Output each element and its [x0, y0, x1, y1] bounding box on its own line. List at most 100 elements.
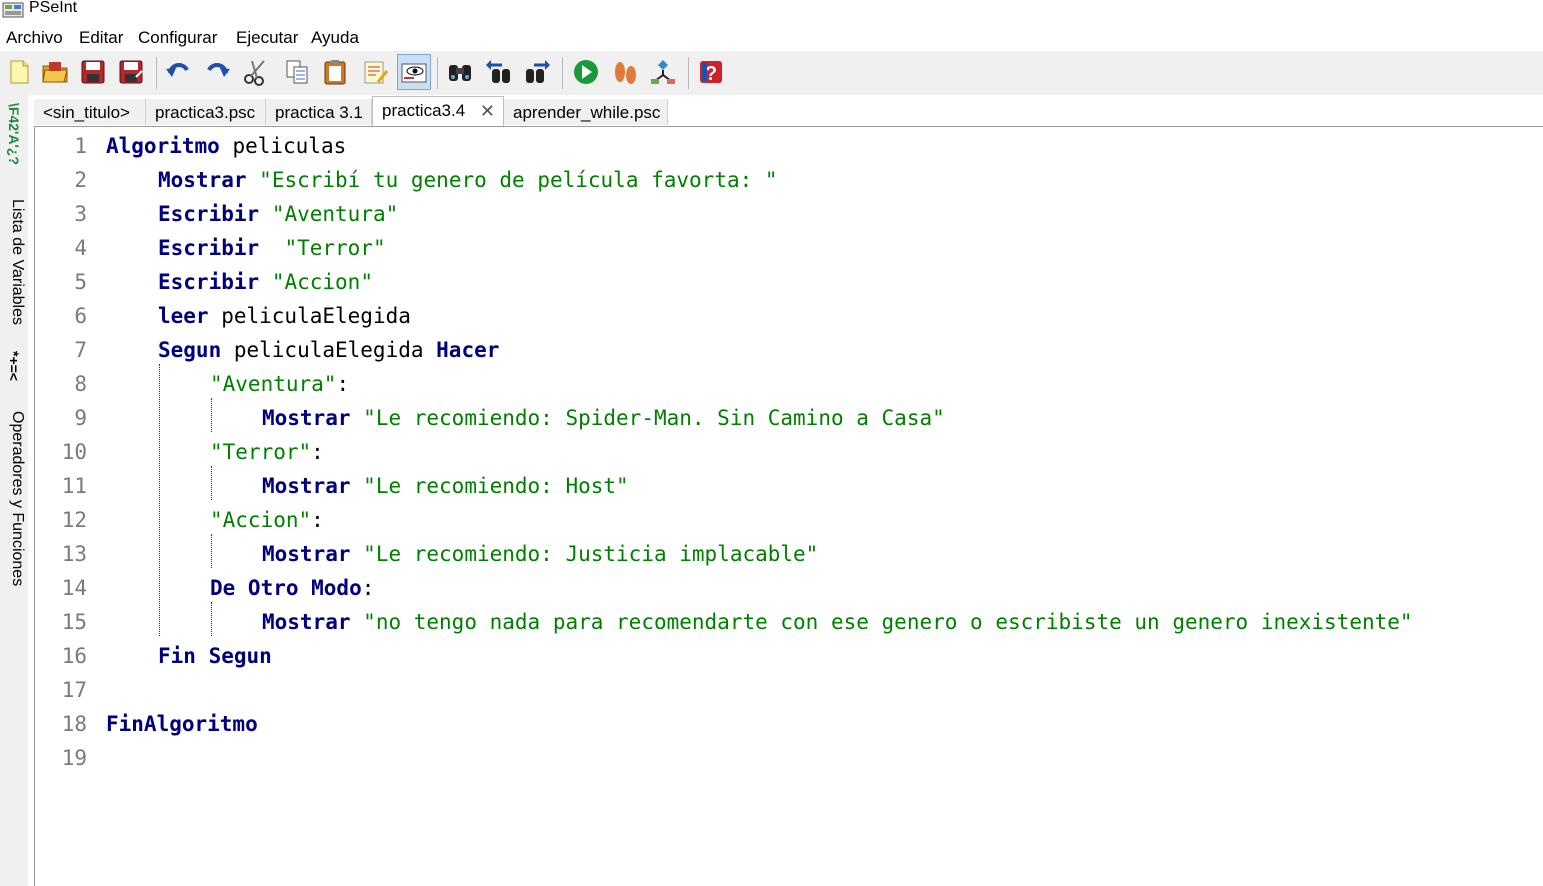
menu-ayuda[interactable]: Ayuda	[311, 26, 359, 50]
keyword-token: Escribir	[158, 202, 260, 226]
identifier-token	[351, 610, 364, 634]
copy-icon[interactable]	[280, 54, 314, 90]
identifier-token	[247, 168, 260, 192]
identifier-token: :	[311, 508, 324, 532]
cut-icon[interactable]	[238, 54, 272, 90]
undo-icon[interactable]	[162, 54, 196, 90]
code-line[interactable]: 12 "Accion":	[35, 503, 1543, 537]
line-number: 17	[61, 678, 87, 702]
tab-practica-3-1[interactable]: practica 3.1	[266, 99, 372, 125]
menu-bar: Archivo Editar Configurar Ejecutar Ayuda	[0, 26, 1543, 50]
identifier-token: peliculas	[219, 134, 347, 158]
keyword-token: leer	[158, 304, 209, 328]
tab-sin-titulo[interactable]: <sin_titulo>	[34, 99, 146, 125]
code-text: Escribir "Accion"	[158, 265, 373, 299]
code-text: Escribir "Aventura"	[158, 197, 398, 231]
code-text: De Otro Modo:	[210, 571, 374, 605]
menu-archivo[interactable]: Archivo	[6, 26, 63, 50]
code-line[interactable]: 14 De Otro Modo:	[35, 571, 1543, 605]
tab-practica3-psc[interactable]: practica3.psc	[146, 99, 266, 125]
line-number: 8	[74, 372, 87, 396]
line-number: 3	[74, 202, 87, 226]
code-line[interactable]: 16 Fin Segun	[35, 639, 1543, 673]
side-panel: \F42'A'¿? Lista de Variables *+=< Operad…	[0, 95, 28, 886]
code-line[interactable]: 19	[35, 741, 1543, 775]
code-text: Mostrar "Le recomiendo: Justicia implaca…	[262, 537, 818, 571]
line-number: 14	[61, 576, 87, 600]
find-icon[interactable]	[443, 54, 477, 90]
identifier-token: peliculaElegida	[208, 304, 411, 328]
string-token: "Le recomiendo: Justicia implacable"	[363, 542, 819, 566]
code-text: "Accion":	[210, 503, 324, 537]
line-number: 11	[61, 474, 87, 498]
code-text: Mostrar "Escribí tu genero de película f…	[158, 163, 778, 197]
open-file-icon[interactable]	[38, 54, 72, 90]
string-token: "Accion"	[271, 270, 373, 294]
save-as-icon[interactable]	[114, 54, 148, 90]
edit-icon[interactable]	[358, 54, 392, 90]
tab-practica3-4[interactable]: practica3.4 ✕	[372, 96, 504, 126]
code-line[interactable]: 5 Escribir "Accion"	[35, 265, 1543, 299]
find-prev-icon[interactable]	[482, 54, 516, 90]
string-token: "Le recomiendo: Spider-Man. Sin Camino a…	[363, 406, 945, 430]
code-line[interactable]: 3 Escribir "Aventura"	[35, 197, 1543, 231]
code-line[interactable]: 10 "Terror":	[35, 435, 1543, 469]
new-file-icon[interactable]	[2, 54, 36, 90]
keyword-token: Segun	[158, 338, 222, 362]
tab-label: practica3.4	[382, 101, 466, 120]
keyword-token: Mostrar	[262, 542, 351, 566]
code-line[interactable]: 9 Mostrar "Le recomiendo: Spider-Man. Sin…	[35, 401, 1543, 435]
code-text: Escribir "Terror"	[158, 231, 386, 265]
close-tab-icon[interactable]: ✕	[480, 97, 495, 125]
keyword-token: Fin Segun	[158, 644, 272, 668]
toolbar-separator	[688, 57, 689, 89]
line-number: 16	[61, 644, 87, 668]
code-line[interactable]: 13 Mostrar "Le recomiendo: Justicia impla…	[35, 537, 1543, 571]
code-line[interactable]: 2 Mostrar "Escribí tu genero de película …	[35, 163, 1543, 197]
code-line[interactable]: 8 "Aventura":	[35, 367, 1543, 401]
operators-panel-icon: *+=<	[6, 351, 22, 381]
variables-panel-icon: \F42'A'¿?	[6, 103, 22, 165]
identifier-token: :	[311, 440, 324, 464]
code-line[interactable]: 15 Mostrar "no tengo nada para recomendar…	[35, 605, 1543, 639]
line-number: 19	[61, 746, 87, 770]
identifier-token	[259, 202, 272, 226]
string-token: "Aventura"	[210, 372, 337, 396]
view-icon[interactable]	[397, 54, 431, 90]
code-line[interactable]: 7 Segun peliculaElegida Hacer	[35, 333, 1543, 367]
line-number: 2	[74, 168, 87, 192]
code-line[interactable]: 1 Algoritmo peliculas	[35, 129, 1543, 163]
toolbar-separator	[437, 57, 438, 89]
flowchart-icon[interactable]	[646, 54, 680, 90]
help-icon[interactable]: ?	[694, 54, 728, 90]
toolbar: ?	[0, 51, 1543, 95]
pseint-app-icon	[2, 2, 24, 18]
code-text: Mostrar "Le recomiendo: Spider-Man. Sin …	[262, 401, 945, 435]
paste-icon[interactable]	[318, 54, 352, 90]
tab-aprender-while[interactable]: aprender_while.psc	[504, 99, 668, 125]
code-line[interactable]: 11 Mostrar "Le recomiendo: Host"	[35, 469, 1543, 503]
step-icon[interactable]	[608, 54, 642, 90]
redo-icon[interactable]	[200, 54, 234, 90]
code-text: Segun peliculaElegida Hacer	[158, 333, 499, 367]
string-token: "no tengo nada para recomendarte con ese…	[363, 610, 1413, 634]
string-token: "Accion"	[210, 508, 312, 532]
code-line[interactable]: 17	[35, 673, 1543, 707]
menu-configurar[interactable]: Configurar	[138, 26, 217, 50]
keyword-token: Escribir	[158, 236, 260, 260]
code-line[interactable]: 18 FinAlgoritmo	[35, 707, 1543, 741]
identifier-token: :	[361, 576, 375, 600]
window-title: PSeInt	[29, 0, 78, 16]
menu-ejecutar[interactable]: Ejecutar	[236, 26, 298, 50]
identifier-token: :	[336, 372, 350, 396]
run-icon[interactable]	[569, 54, 603, 90]
code-text: Mostrar "no tengo nada para recomendarte…	[262, 605, 1413, 639]
menu-editar[interactable]: Editar	[79, 26, 123, 50]
save-icon[interactable]	[76, 54, 110, 90]
file-tabs: <sin_titulo> practica3.psc practica 3.1 …	[34, 96, 1543, 126]
keyword-token: Mostrar	[262, 474, 351, 498]
find-next-icon[interactable]	[520, 54, 554, 90]
code-editor[interactable]: 1 Algoritmo peliculas 2 Mostrar "Escribí tu…	[35, 127, 1543, 886]
code-line[interactable]: 4 Escribir "Terror"	[35, 231, 1543, 265]
code-line[interactable]: 6 leer peliculaElegida	[35, 299, 1543, 333]
